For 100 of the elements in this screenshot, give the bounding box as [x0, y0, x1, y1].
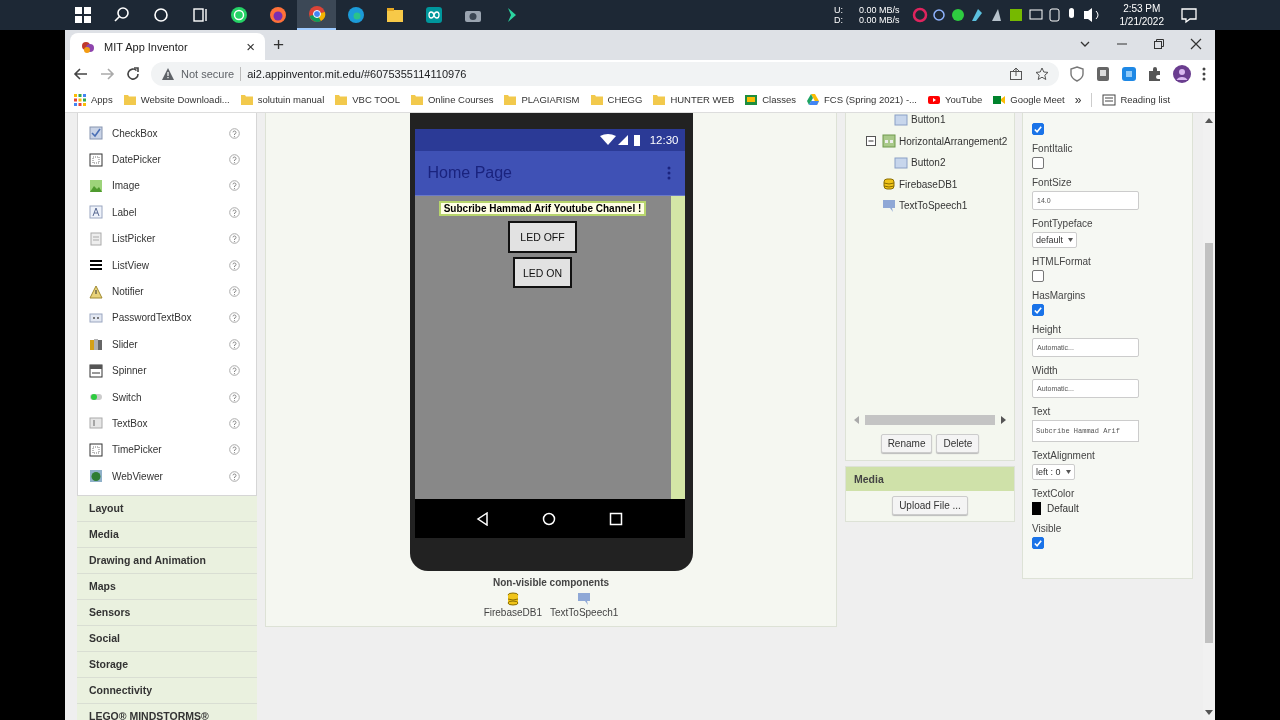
color-value[interactable]: Default — [1047, 503, 1079, 514]
scroll-right-icon[interactable] — [1001, 416, 1006, 424]
property-dropdown[interactable]: default — [1032, 232, 1078, 248]
restore-icon[interactable] — [1153, 38, 1165, 50]
component-label[interactable]: DatePicker — [112, 154, 220, 166]
component-label[interactable]: TimePicker — [112, 444, 220, 456]
property-checkbox[interactable] — [1032, 270, 1044, 282]
component-label[interactable]: ListPicker — [112, 233, 220, 245]
new-tab-button[interactable]: + — [273, 34, 285, 56]
help-icon[interactable] — [229, 233, 240, 245]
palette-category[interactable]: Media — [77, 522, 257, 549]
close-icon[interactable] — [1190, 38, 1202, 50]
help-icon[interactable] — [229, 154, 240, 166]
help-icon[interactable] — [229, 338, 240, 350]
menu-icon[interactable] — [1201, 65, 1207, 82]
component-label[interactable]: Slider — [112, 338, 220, 350]
tree-item[interactable]: TextToSpeech1 — [899, 200, 968, 212]
help-icon[interactable] — [229, 127, 240, 139]
help-icon[interactable] — [229, 312, 240, 324]
star-icon[interactable] — [1035, 66, 1049, 81]
palette-category[interactable]: Storage — [77, 652, 257, 679]
reload-icon[interactable] — [125, 65, 141, 82]
clock-time[interactable]: 2:53 PM — [1123, 2, 1161, 15]
help-icon[interactable] — [229, 444, 240, 456]
component-action-button[interactable]: Delete — [936, 434, 980, 453]
share-icon[interactable] — [1009, 66, 1023, 81]
scroll-down-icon[interactable] — [1205, 710, 1213, 715]
component-label[interactable]: Spinner — [112, 365, 220, 377]
property-checkbox[interactable] — [1032, 123, 1044, 135]
shield-icon[interactable] — [1069, 65, 1085, 82]
bookmark[interactable]: CHEGG — [589, 92, 643, 107]
component-label[interactable]: WebViewer — [112, 470, 220, 482]
color-swatch[interactable] — [1032, 502, 1041, 515]
bookmark[interactable]: Google Meet — [992, 92, 1065, 107]
palette-category[interactable]: Sensors — [77, 600, 257, 627]
bookmark[interactable]: VBC TOOL — [334, 92, 400, 107]
component-label[interactable]: CheckBox — [112, 127, 220, 139]
bookmark[interactable]: YouTube — [926, 92, 983, 107]
bookmark[interactable]: FCS (Spring 2021) -... — [806, 92, 917, 107]
avatar-icon[interactable] — [1173, 64, 1191, 83]
bookmark[interactable]: Website Downloadi... — [122, 92, 230, 107]
back-icon[interactable] — [73, 65, 89, 82]
recents-nav-icon[interactable] — [609, 511, 624, 526]
scroll-up-icon[interactable] — [1205, 118, 1213, 123]
notification-icon[interactable] — [1180, 6, 1198, 24]
upload-file-button[interactable]: Upload File ... — [892, 496, 968, 515]
tree-item[interactable]: HorizontalArrangement2 — [899, 135, 1008, 147]
palette-category[interactable]: Drawing and Animation — [77, 548, 257, 575]
palette-category[interactable]: LEGO® MINDSTORMS® — [77, 704, 257, 720]
component-label[interactable]: Notifier — [112, 286, 220, 298]
palette-category[interactable]: Connectivity — [77, 678, 257, 705]
component-label[interactable]: ListView — [112, 259, 220, 271]
property-dropdown[interactable]: left : 0 — [1032, 464, 1075, 480]
component-label[interactable]: Switch — [112, 391, 220, 403]
home-nav-icon[interactable] — [542, 511, 557, 526]
close-tab-button[interactable]: × — [246, 38, 255, 55]
help-icon[interactable] — [229, 286, 240, 298]
address-bar[interactable]: Not secure ai2.appinventor.mit.edu/#6075355114110976 — [151, 61, 1059, 86]
tree-item[interactable]: Button2 — [911, 157, 946, 169]
extension-icon[interactable] — [1095, 65, 1111, 82]
property-checkbox[interactable] — [1032, 157, 1044, 169]
component-label[interactable]: Image — [112, 180, 220, 192]
bookmark[interactable]: Classes — [744, 92, 797, 107]
component-action-button[interactable]: Rename — [880, 434, 933, 453]
palette-category[interactable]: Social — [77, 626, 257, 653]
component-icon — [89, 126, 103, 141]
help-icon[interactable] — [229, 418, 240, 429]
warning-icon — [161, 66, 175, 81]
help-icon[interactable] — [229, 391, 240, 403]
help-icon[interactable] — [229, 365, 240, 377]
browser-tab[interactable]: MIT App Inventor × — [70, 33, 265, 60]
help-icon[interactable] — [229, 206, 240, 218]
led-button[interactable]: LED OFF — [508, 221, 577, 253]
puzzle-icon[interactable] — [1147, 65, 1163, 82]
clock-date[interactable]: 1/21/2022 — [1119, 15, 1164, 28]
led-button[interactable]: LED ON — [512, 257, 573, 288]
bookmark[interactable]: HUNTER WEB — [652, 92, 735, 107]
palette-category[interactable]: Maps — [77, 574, 257, 601]
property-checkbox[interactable] — [1032, 537, 1044, 549]
reading-list-button[interactable]: Reading list — [1102, 92, 1171, 107]
collapse-icon[interactable] — [866, 136, 876, 147]
more-bookmarks-button[interactable]: » — [1074, 92, 1082, 107]
help-icon[interactable] — [229, 470, 240, 482]
component-label[interactable]: TextBox — [112, 418, 220, 429]
bookmark[interactable]: PLAGIARISM — [503, 92, 580, 107]
bookmark[interactable]: solutuin manual — [239, 92, 325, 107]
bookmark[interactable]: Apps — [73, 92, 113, 107]
help-icon[interactable] — [229, 259, 240, 271]
extension-icon[interactable] — [1121, 65, 1137, 82]
property-checkbox[interactable] — [1032, 304, 1044, 316]
component-label[interactable]: Label — [112, 206, 220, 218]
help-icon[interactable] — [229, 180, 240, 192]
tree-item[interactable]: FirebaseDB1 — [899, 178, 958, 190]
palette-category[interactable]: Layout — [77, 496, 257, 523]
subscribe-label[interactable]: Subcribe Hammad Arif Youtube Channel ! — [438, 201, 647, 216]
tree-item[interactable]: Button1 — [911, 114, 946, 126]
database-icon[interactable] — [505, 592, 520, 606]
component-label[interactable]: PasswordTextBox — [112, 312, 220, 324]
back-nav-icon[interactable] — [475, 511, 490, 526]
bookmark[interactable]: Online Courses — [409, 92, 494, 107]
